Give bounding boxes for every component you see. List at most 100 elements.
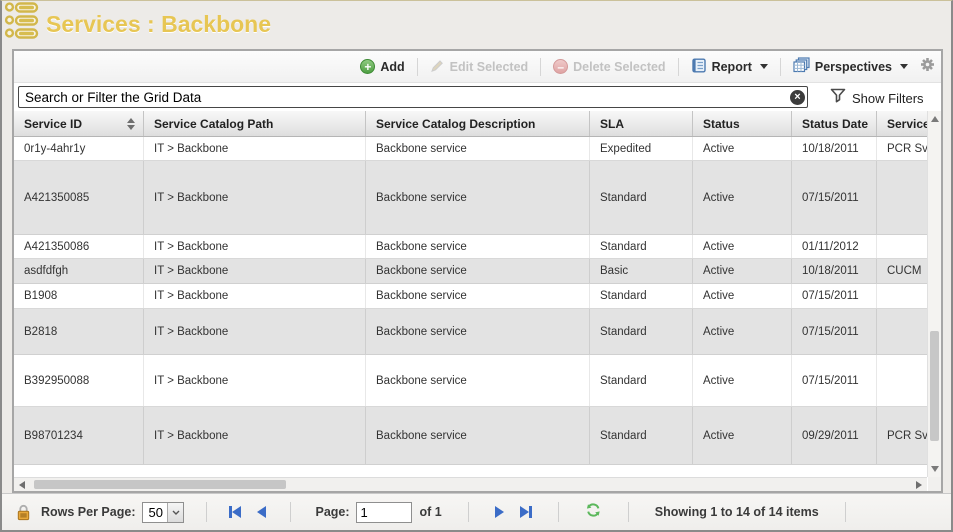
search-input[interactable] <box>18 86 808 108</box>
add-button[interactable]: + Add <box>354 56 410 77</box>
column-header-label: Service Catalog Description <box>376 117 535 131</box>
vertical-scrollbar[interactable] <box>927 111 941 477</box>
page-label: Page: <box>315 505 349 519</box>
column-header-label: Service Catalog Path <box>154 117 273 131</box>
delete-selected-button[interactable]: – Delete Selected <box>547 56 671 77</box>
column-header-path[interactable]: Service Catalog Path <box>144 111 366 136</box>
cell-id: A421350086 <box>14 235 144 258</box>
footer-divider <box>290 502 291 522</box>
cell-status: Active <box>693 284 792 308</box>
cell-path: IT > Backbone <box>144 235 366 258</box>
cell-extra: PCR Sv <box>877 407 927 464</box>
services-list-icon <box>4 2 40 47</box>
perspectives-menu-label: Perspectives <box>815 60 892 74</box>
column-header-sla[interactable]: SLA <box>590 111 693 136</box>
first-page-button[interactable] <box>229 506 241 518</box>
table-row[interactable]: 0r1y-4ahr1yIT > BackboneBackbone service… <box>14 137 927 161</box>
scroll-left-icon[interactable] <box>19 481 25 489</box>
cell-sla: Basic <box>590 259 693 283</box>
table-row[interactable]: B1908IT > BackboneBackbone serviceStanda… <box>14 284 927 309</box>
perspectives-icon <box>793 57 810 76</box>
cell-date: 01/11/2012 <box>792 235 877 258</box>
cell-sla: Standard <box>590 235 693 258</box>
page-of-label: of 1 <box>420 505 442 519</box>
cell-desc: Backbone service <box>366 259 590 283</box>
scrollbar-corner <box>928 477 941 491</box>
clear-search-icon[interactable]: × <box>790 90 805 105</box>
scroll-up-icon[interactable] <box>931 116 939 122</box>
column-header-label: Status <box>703 117 740 131</box>
perspectives-menu-button[interactable]: Perspectives <box>787 54 914 79</box>
cell-extra: PCR Sv <box>877 137 927 160</box>
report-icon <box>691 58 707 76</box>
report-menu-label: Report <box>712 60 752 74</box>
previous-page-button[interactable] <box>257 506 266 518</box>
sort-icon[interactable] <box>127 118 135 130</box>
cell-sla: Standard <box>590 161 693 234</box>
refresh-icon <box>585 502 602 523</box>
show-filters-button[interactable]: Show Filters <box>830 88 924 108</box>
gear-icon <box>920 57 935 77</box>
cell-desc: Backbone service <box>366 407 590 464</box>
chevron-down-icon <box>760 64 768 69</box>
scroll-right-icon[interactable] <box>916 481 922 489</box>
column-header-label: Service H <box>887 117 927 131</box>
cell-path: IT > Backbone <box>144 309 366 354</box>
grid-settings-button[interactable] <box>920 57 935 77</box>
search-row: × Show Filters <box>14 83 941 111</box>
cell-sla: Standard <box>590 309 693 354</box>
column-header-label: SLA <box>600 117 624 131</box>
lock-icon <box>16 504 31 521</box>
cell-extra <box>877 309 927 354</box>
page-title: Services : Backbone <box>46 11 271 38</box>
footer-divider <box>206 502 207 522</box>
edit-selected-button[interactable]: Edit Selected <box>424 55 535 79</box>
cell-extra: CUCM <box>877 259 927 283</box>
horizontal-scrollbar[interactable] <box>14 477 927 491</box>
rows-per-page-select[interactable]: 50 <box>142 502 184 523</box>
last-page-button[interactable] <box>520 506 532 518</box>
column-header-status[interactable]: Status <box>693 111 792 136</box>
table-row[interactable]: A421350085IT > BackboneBackbone serviceS… <box>14 161 927 235</box>
report-menu-button[interactable]: Report <box>685 55 774 79</box>
refresh-button[interactable] <box>585 502 602 523</box>
footer-divider <box>845 502 846 522</box>
column-header-date[interactable]: Status Date <box>792 111 877 136</box>
table-row[interactable]: A421350086IT > BackboneBackbone serviceS… <box>14 235 927 259</box>
table-row[interactable]: asdfdfghIT > BackboneBackbone serviceBas… <box>14 259 927 284</box>
cell-extra <box>877 161 927 234</box>
cell-path: IT > Backbone <box>144 259 366 283</box>
column-header-extra[interactable]: Service H <box>877 111 927 136</box>
cell-id: asdfdfgh <box>14 259 144 283</box>
rows-per-page-value: 50 <box>143 503 167 522</box>
vertical-scrollbar-thumb[interactable] <box>930 331 939 441</box>
cell-date: 10/18/2011 <box>792 137 877 160</box>
table-row[interactable]: B392950088IT > BackboneBackbone serviceS… <box>14 355 927 407</box>
add-icon: + <box>360 59 375 74</box>
chevron-down-icon <box>167 503 183 522</box>
cell-extra <box>877 284 927 308</box>
horizontal-scrollbar-thumb[interactable] <box>34 480 286 489</box>
column-header-desc[interactable]: Service Catalog Description <box>366 111 590 136</box>
table-row[interactable]: B2818IT > BackboneBackbone serviceStanda… <box>14 309 927 355</box>
next-page-button[interactable] <box>495 506 504 518</box>
edit-pencil-icon <box>430 58 445 76</box>
cell-sla: Standard <box>590 355 693 406</box>
title-bar: Services : Backbone <box>2 1 951 47</box>
table-row[interactable]: B98701234IT > BackboneBackbone serviceSt… <box>14 407 927 465</box>
cell-status: Active <box>693 407 792 464</box>
toolbar-divider <box>678 58 679 76</box>
cell-date: 07/15/2011 <box>792 161 877 234</box>
cell-path: IT > Backbone <box>144 407 366 464</box>
cell-id: 0r1y-4ahr1y <box>14 137 144 160</box>
column-header-id[interactable]: Service ID <box>14 111 144 136</box>
cell-status: Active <box>693 355 792 406</box>
cell-status: Active <box>693 161 792 234</box>
page-number-input[interactable] <box>356 502 412 523</box>
grid-panel: + Add Edit Selected – Delete Selected <box>12 49 943 493</box>
scroll-down-icon[interactable] <box>931 466 939 472</box>
edit-selected-label: Edit Selected <box>450 60 529 74</box>
toolbar-divider <box>780 58 781 76</box>
cell-desc: Backbone service <box>366 284 590 308</box>
cell-date: 10/18/2011 <box>792 259 877 283</box>
